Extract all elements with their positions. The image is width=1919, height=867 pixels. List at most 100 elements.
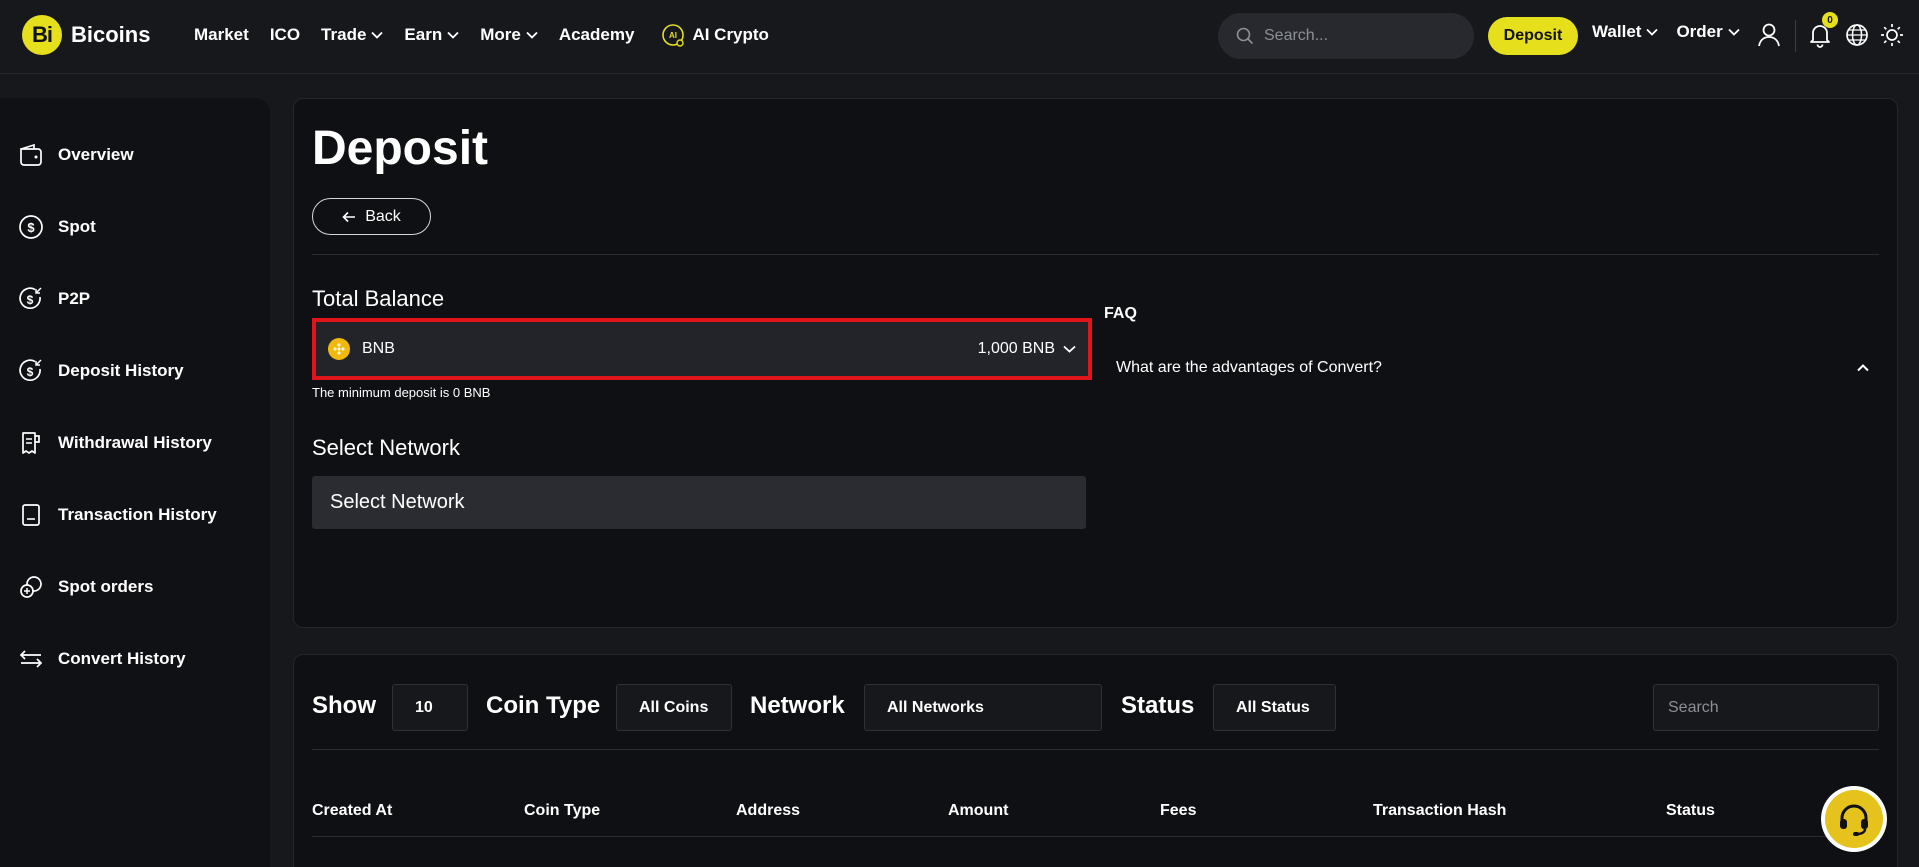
deposit-history-table: Show 10 Coin Type All Coins Network All … — [293, 654, 1898, 867]
total-balance-label: Total Balance — [312, 286, 445, 311]
column-header-fees[interactable]: Fees — [1160, 802, 1196, 820]
sidebar-item-label: Deposit History — [58, 361, 184, 380]
column-header-amount[interactable]: Amount — [948, 802, 1008, 820]
headset-icon — [1840, 804, 1868, 836]
sidebar-item-label: Convert History — [58, 649, 186, 668]
column-header-address[interactable]: Address — [736, 802, 800, 820]
notification-badge: 0 — [1822, 12, 1838, 28]
svg-text:AI: AI — [669, 31, 677, 40]
nav-ico[interactable]: ICO — [270, 25, 300, 45]
deposit-history-icon: $ — [19, 359, 42, 382]
chevron-down-icon — [371, 31, 384, 39]
deposit-card: Deposit Back Total Balance BNB 1,000 BNB… — [293, 98, 1898, 628]
nav-academy[interactable]: Academy — [559, 25, 635, 45]
sun-icon[interactable] — [1880, 23, 1904, 47]
show-label: Show — [312, 692, 376, 719]
column-header-coin-type[interactable]: Coin Type — [524, 802, 600, 820]
faq-item[interactable]: What are the advantages of Convert? — [1104, 345, 1879, 391]
table-search-input[interactable] — [1653, 684, 1879, 731]
section-divider — [312, 254, 1879, 255]
user-icon[interactable] — [1757, 22, 1781, 48]
bnb-coin-icon — [328, 338, 350, 360]
dollar-coin-icon: $ — [19, 215, 43, 239]
nav-earn[interactable]: Earn — [404, 25, 459, 45]
chevron-up-icon[interactable] — [1857, 364, 1869, 372]
chevron-down-icon — [1063, 345, 1076, 353]
search-input[interactable] — [1264, 27, 1454, 45]
sidebar-item-withdrawal-history[interactable]: Withdrawal History — [18, 430, 212, 456]
select-network-label: Select Network — [312, 435, 460, 460]
chevron-down-icon — [526, 31, 538, 39]
network-filter-select[interactable]: All Networks — [864, 684, 1102, 731]
account-menu: Wallet Order — [1592, 22, 1758, 42]
svg-text:$: $ — [27, 293, 34, 307]
page-size-select[interactable]: 10 — [392, 684, 468, 731]
spot-orders-icon — [20, 576, 42, 598]
main-nav: Market ICO Trade Earn More Academy AI AI… — [194, 22, 790, 48]
column-header-transaction-hash[interactable]: Transaction Hash — [1373, 802, 1506, 820]
withdrawal-history-icon — [22, 432, 40, 454]
convert-arrows-icon — [19, 650, 43, 668]
brand-logo[interactable]: Bi Bicoins — [22, 15, 150, 55]
filter-divider — [312, 749, 1879, 750]
nav-ai-crypto[interactable]: AI AI Crypto — [655, 22, 769, 48]
network-select-dropdown[interactable]: Select Network — [312, 476, 1086, 529]
selected-coin-balance: 1,000 BNB — [977, 340, 1055, 357]
sidebar-item-label: Withdrawal History — [58, 433, 212, 452]
sidebar-item-spot[interactable]: $ Spot — [18, 214, 96, 240]
nav-order[interactable]: Order — [1676, 22, 1740, 42]
back-label: Back — [365, 207, 401, 225]
globe-icon[interactable] — [1845, 23, 1869, 47]
svg-text:$: $ — [27, 220, 35, 235]
nav-wallet[interactable]: Wallet — [1592, 22, 1659, 42]
sidebar-item-deposit-history[interactable]: $ Deposit History — [18, 358, 184, 384]
sidebar-item-label: Spot orders — [58, 577, 154, 596]
sidebar-item-label: Overview — [58, 145, 134, 164]
logo-mark: Bi — [22, 15, 62, 55]
nav-market[interactable]: Market — [194, 25, 249, 45]
header-divider — [312, 836, 1879, 837]
coin-select-dropdown[interactable]: BNB 1,000 BNB — [312, 318, 1092, 380]
brand-name: Bicoins — [71, 22, 151, 47]
support-inner — [1825, 790, 1883, 848]
sidebar-item-label: P2P — [58, 289, 91, 308]
coin-type-label: Coin Type — [486, 692, 601, 719]
arrow-left-icon — [342, 211, 356, 222]
sidebar: Overview $ Spot $ P2P $ Deposit History … — [0, 98, 270, 867]
sidebar-item-p2p[interactable]: $ P2P — [18, 286, 90, 312]
sidebar-item-overview[interactable]: Overview — [18, 142, 134, 168]
page-title: Deposit — [312, 122, 489, 175]
nav-divider — [1795, 20, 1796, 52]
top-navbar: Bi Bicoins Market ICO Trade Earn More Ac… — [0, 0, 1919, 74]
back-button[interactable]: Back — [312, 198, 431, 235]
global-search[interactable] — [1218, 13, 1474, 59]
network-placeholder: Select Network — [330, 491, 465, 513]
coin-type-select[interactable]: All Coins — [616, 684, 732, 731]
wallet-icon — [20, 143, 42, 166]
faq-title: FAQ — [1104, 305, 1137, 322]
chevron-down-icon — [1646, 28, 1659, 36]
ai-brain-icon: AI — [662, 24, 685, 47]
svg-text:$: $ — [27, 365, 34, 379]
status-filter-select[interactable]: All Status — [1213, 684, 1336, 731]
min-deposit-note: The minimum deposit is 0 BNB — [312, 385, 491, 400]
nav-trade[interactable]: Trade — [321, 25, 384, 45]
column-header-created-at[interactable]: Created At — [312, 802, 392, 820]
p2p-icon: $ — [19, 287, 42, 310]
chevron-down-icon — [1728, 28, 1740, 36]
network-label: Network — [750, 692, 845, 719]
sidebar-item-spot-orders[interactable]: Spot orders — [18, 574, 153, 600]
selected-coin-symbol: BNB — [362, 340, 395, 357]
nav-more[interactable]: More — [480, 25, 538, 45]
sidebar-item-label: Transaction History — [58, 505, 217, 524]
deposit-button[interactable]: Deposit — [1488, 17, 1578, 55]
sidebar-item-label: Spot — [58, 217, 96, 236]
column-header-status[interactable]: Status — [1666, 802, 1715, 820]
sidebar-item-transaction-history[interactable]: Transaction History — [18, 502, 217, 528]
chevron-down-icon — [447, 31, 459, 39]
search-icon — [1236, 27, 1254, 45]
sidebar-item-convert-history[interactable]: Convert History — [18, 646, 186, 672]
receipt-icon — [22, 504, 40, 526]
status-label: Status — [1121, 692, 1195, 719]
support-chat-button[interactable] — [1821, 786, 1887, 852]
